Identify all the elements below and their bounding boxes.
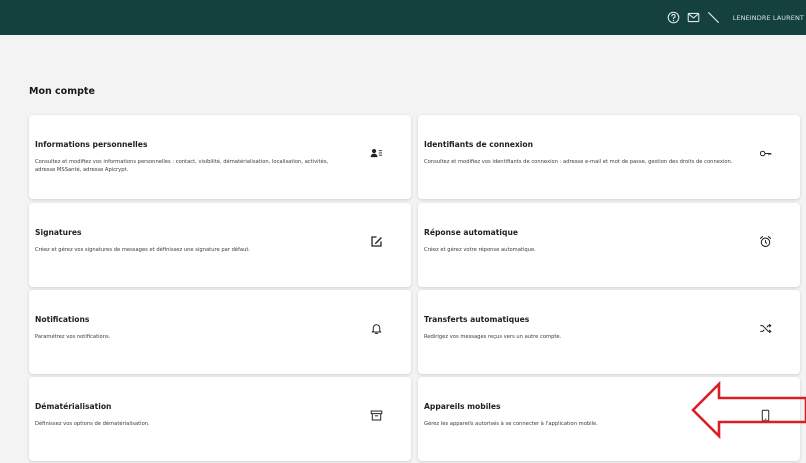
key-icon xyxy=(758,146,772,160)
bell-icon xyxy=(369,321,383,335)
card-description: Consultez et modifiez vos identifiants d… xyxy=(424,159,733,165)
card-transferts-automatiques[interactable]: Transferts automatiques Redirigez vos me… xyxy=(418,290,800,374)
card-informations-personnelles[interactable]: Informations personnelles Consultez et m… xyxy=(29,115,411,199)
card-description: Redirigez vos messages reçus vers un aut… xyxy=(424,334,562,340)
page-title: Mon compte xyxy=(29,86,95,97)
red-left-arrow-icon xyxy=(691,381,806,439)
card-identifiants-de-connexion[interactable]: Identifiants de connexion Consultez et m… xyxy=(418,115,800,199)
card-description: Paramétrez vos notifications. xyxy=(35,334,111,340)
user-name[interactable]: LENEINDRE LAURENT xyxy=(733,14,804,22)
card-title: Réponse automatique xyxy=(424,228,519,237)
card-title: Identifiants de connexion xyxy=(424,140,534,149)
card-reponse-automatique[interactable]: Réponse automatique Créez et gérez votre… xyxy=(418,203,800,287)
card-description: Créez et gérez vos signatures de message… xyxy=(35,247,251,253)
card-title: Signatures xyxy=(35,228,82,237)
card-description: Créez et gérez votre réponse automatique… xyxy=(424,247,536,253)
help-icon[interactable] xyxy=(667,11,681,25)
top-bar-actions: LENEINDRE LAURENT xyxy=(667,0,806,35)
card-title: Notifications xyxy=(35,315,90,324)
card-description: Consultez et modifiez vos informations p… xyxy=(35,159,329,173)
diagonal-line-icon[interactable] xyxy=(707,11,721,25)
card-title: Appareils mobiles xyxy=(424,402,501,411)
card-title: Transferts automatiques xyxy=(424,315,530,324)
archive-box-icon xyxy=(369,408,383,422)
shuffle-icon xyxy=(758,321,772,335)
card-dematerialisation[interactable]: Dématérialisation Définissez vos options… xyxy=(29,377,411,461)
top-bar: LENEINDRE LAURENT xyxy=(0,0,806,35)
card-description: Définissez vos options de dématérialisat… xyxy=(35,421,150,427)
card-notifications[interactable]: Notifications Paramétrez vos notificatio… xyxy=(29,290,411,374)
alarm-clock-icon xyxy=(758,234,772,248)
edit-icon xyxy=(369,234,383,248)
mail-icon[interactable] xyxy=(687,11,701,25)
contact-card-icon xyxy=(369,146,383,160)
card-title: Informations personnelles xyxy=(35,140,148,149)
card-signatures[interactable]: Signatures Créez et gérez vos signatures… xyxy=(29,203,411,287)
card-title: Dématérialisation xyxy=(35,402,112,411)
